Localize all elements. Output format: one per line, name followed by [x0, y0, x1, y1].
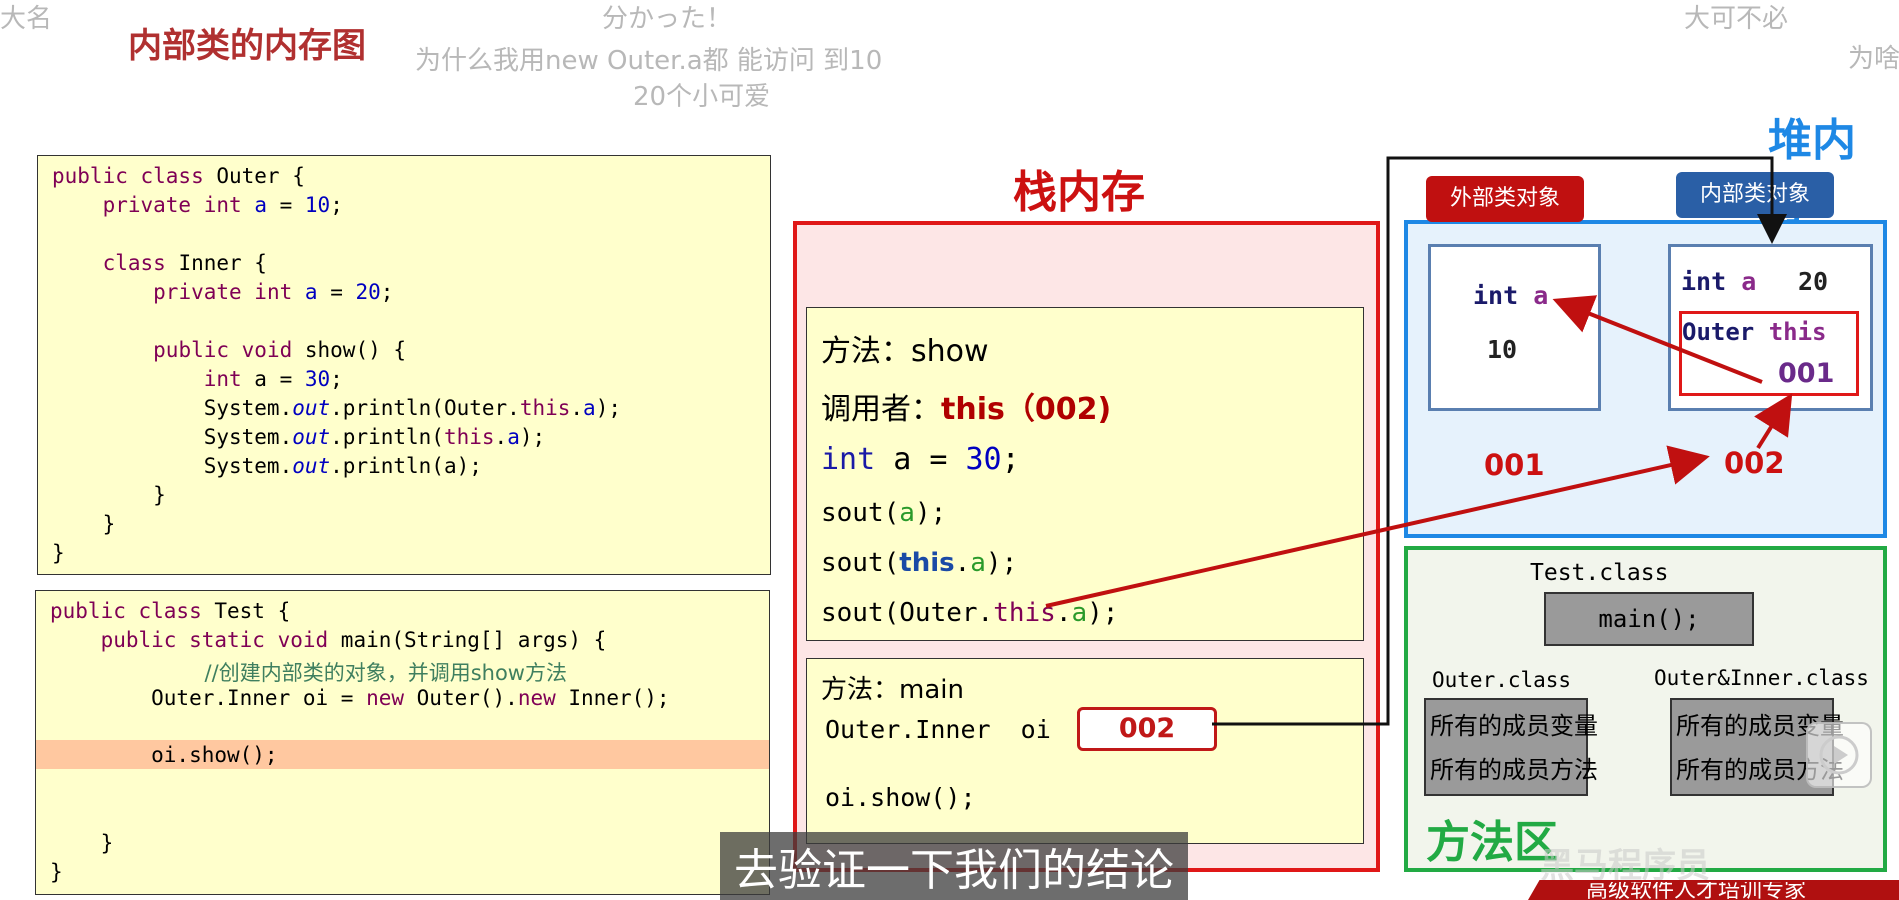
oi-reference-line — [1212, 156, 1787, 726]
footer-banner-text: 高级软件人才培训专家 — [1586, 882, 1807, 900]
play-button[interactable] — [1806, 722, 1872, 788]
address-arrow — [1754, 393, 1793, 450]
play-icon — [1819, 735, 1859, 775]
outer-this-arrow — [1045, 445, 1710, 608]
connector-overlay — [1045, 156, 1793, 726]
outer-ref-arrow — [1552, 295, 1763, 384]
video-subtitle: 去验证一下我们的结论 — [720, 832, 1188, 900]
